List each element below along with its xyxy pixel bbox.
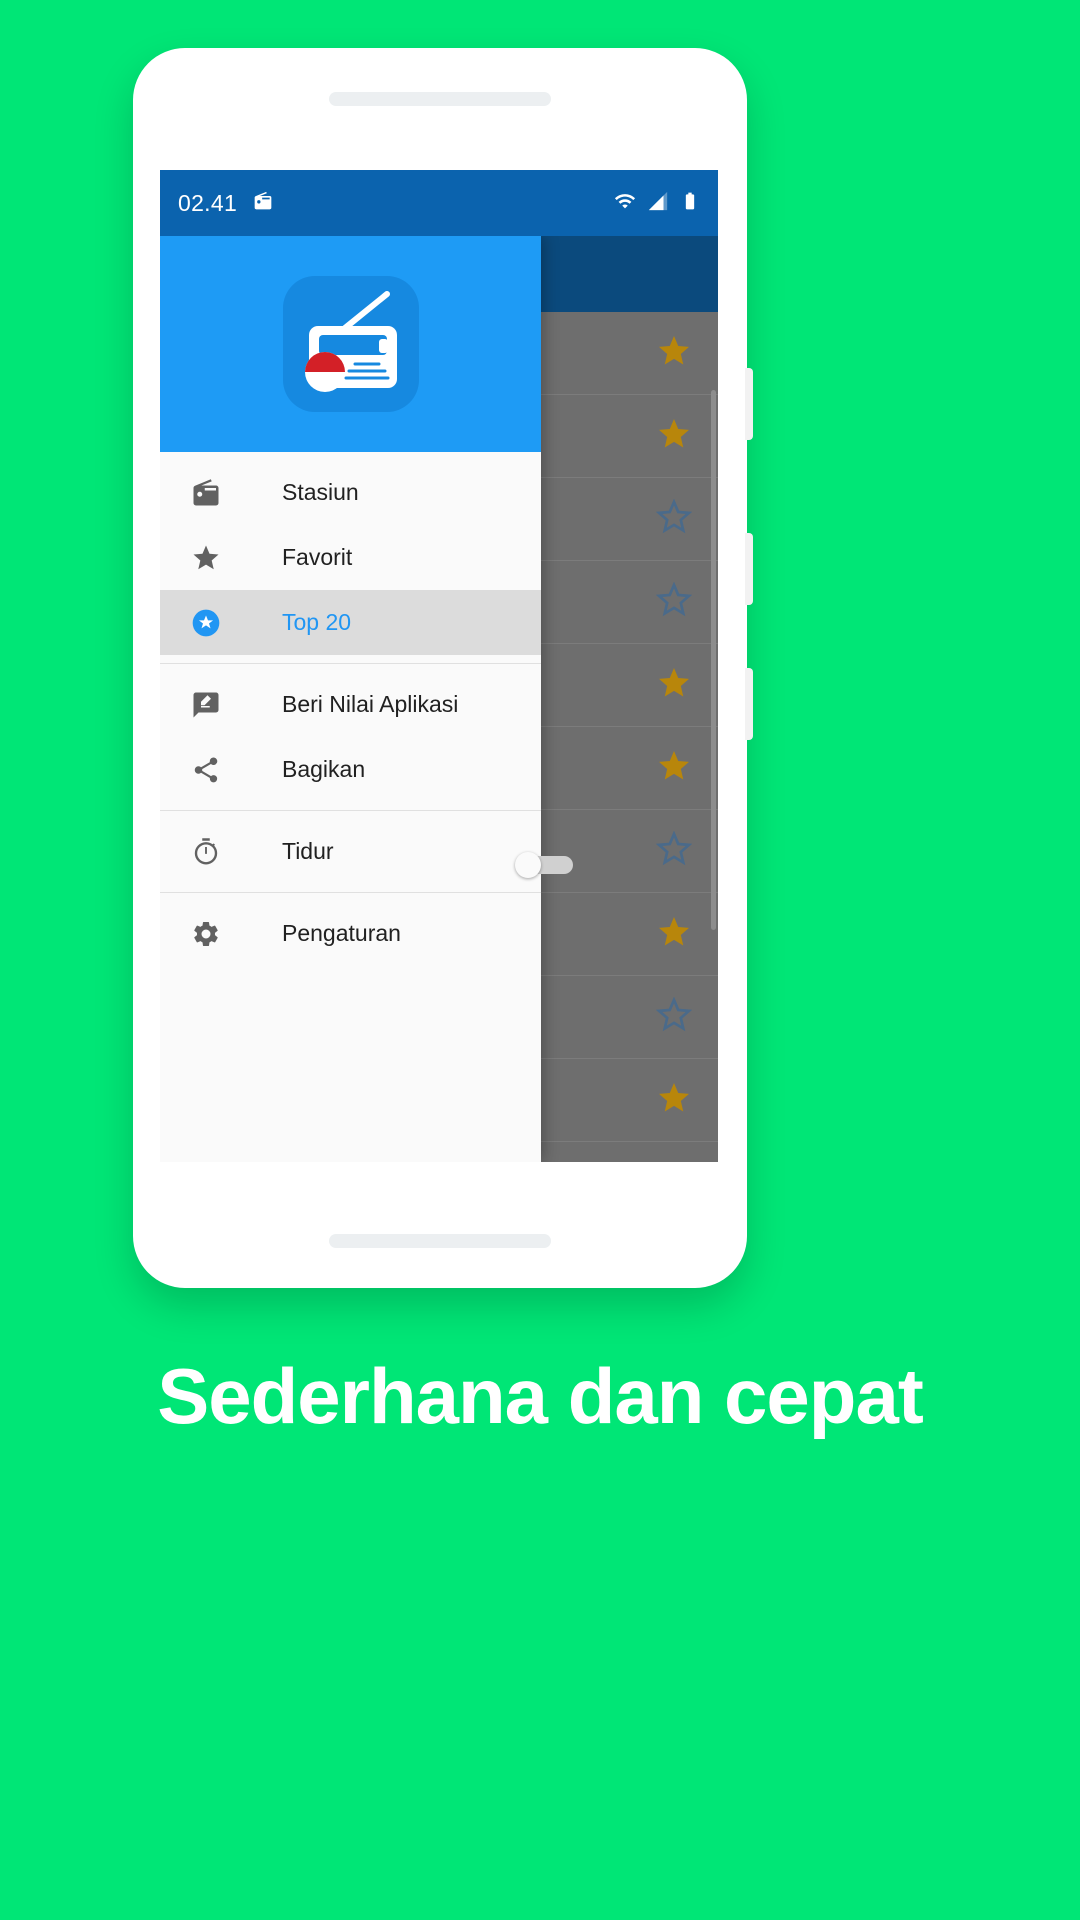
volume-up-button[interactable] xyxy=(745,368,753,440)
navigation-drawer: Stasiun Favorit Top 20 Beri Nilai Aplika… xyxy=(160,236,573,1162)
drawer-item-label: Pengaturan xyxy=(282,920,401,946)
list-scrollbar[interactable] xyxy=(711,390,716,930)
status-bar: 02.41 xyxy=(160,170,718,236)
drawer-section-settings: Pengaturan xyxy=(160,893,541,974)
signal-icon xyxy=(647,190,669,217)
star-filled-icon xyxy=(188,540,224,576)
radio-icon xyxy=(253,191,273,216)
drawer-item-tidur[interactable]: Tidur xyxy=(160,819,573,884)
star-outline-icon[interactable] xyxy=(655,830,693,872)
phone-home-indicator xyxy=(329,1234,551,1248)
drawer-item-label: Beri Nilai Aplikasi xyxy=(282,691,459,717)
share-icon xyxy=(188,752,224,788)
star-filled-icon[interactable] xyxy=(656,416,692,457)
star-filled-icon[interactable] xyxy=(656,1080,692,1121)
page-title: Sederhana dan cepat xyxy=(157,1352,924,1440)
star-filled-icon[interactable] xyxy=(656,333,692,374)
radio-icon xyxy=(188,475,224,511)
wifi-icon xyxy=(614,190,636,217)
drawer-section-navigation: Stasiun Favorit Top 20 xyxy=(160,452,541,663)
star-filled-icon[interactable] xyxy=(656,914,692,955)
toggle-thumb[interactable] xyxy=(515,851,541,878)
volume-down-button[interactable] xyxy=(745,533,753,605)
star-outline-icon[interactable] xyxy=(655,996,693,1038)
drawer-item-label: Stasiun xyxy=(282,479,359,505)
status-bar-clock: 02.41 xyxy=(178,189,238,216)
drawer-item-top-20[interactable]: Top 20 xyxy=(160,590,541,655)
status-bar-right xyxy=(614,190,700,217)
drawer-item-label: Bagikan xyxy=(282,756,366,782)
phone-screen: ndonesia xyxy=(160,170,718,1162)
drawer-item-label: Top 20 xyxy=(282,609,352,635)
star-filled-icon[interactable] xyxy=(656,665,692,706)
drawer-item-label: Tidur xyxy=(282,838,334,864)
drawer-item-favorit[interactable]: Favorit xyxy=(160,525,541,590)
drawer-section-actions: Beri Nilai Aplikasi Bagikan xyxy=(160,664,541,810)
phone-mockup: ndonesia xyxy=(133,48,753,1288)
gear-icon xyxy=(188,916,224,952)
drawer-item-label: Favorit xyxy=(282,544,353,570)
drawer-item-bagikan[interactable]: Bagikan xyxy=(160,737,541,802)
drawer-item-beri-nilai-aplikasi[interactable]: Beri Nilai Aplikasi xyxy=(160,672,541,737)
radio-app-icon xyxy=(282,276,419,412)
drawer-header xyxy=(160,236,541,452)
star-outline-icon[interactable] xyxy=(655,498,693,540)
drawer-item-stasiun[interactable]: Stasiun xyxy=(160,460,541,525)
power-button[interactable] xyxy=(745,668,753,740)
star-filled-icon[interactable] xyxy=(656,748,692,789)
phone-speaker-grill xyxy=(329,92,551,106)
battery-icon xyxy=(680,191,700,216)
star-circle-icon xyxy=(188,605,224,641)
drawer-item-pengaturan[interactable]: Pengaturan xyxy=(160,901,541,966)
rate-review-icon xyxy=(188,687,224,723)
star-outline-icon[interactable] xyxy=(655,581,693,623)
drawer-section-sleep: Tidur xyxy=(160,811,573,892)
status-bar-left: 02.41 xyxy=(178,190,273,217)
timer-icon xyxy=(188,834,224,870)
